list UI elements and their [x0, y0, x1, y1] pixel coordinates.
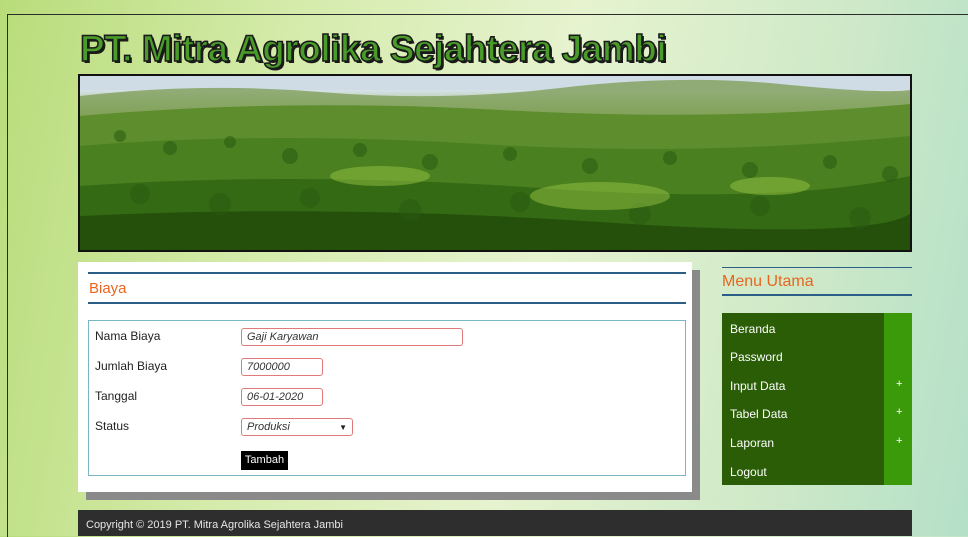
status-select-value: Produksi [247, 421, 290, 433]
footer: Copyright © 2019 PT. Mitra Agrolika Seja… [78, 510, 912, 536]
expand-plus-icon[interactable]: + [896, 435, 902, 447]
menu-header: Menu Utama [722, 267, 912, 296]
sidebar-item-label: Password [730, 350, 783, 364]
nama-biaya-label: Nama Biaya [95, 329, 161, 343]
sidebar-item-password[interactable]: Password [722, 342, 912, 370]
content-panel: Biaya Nama Biaya Gaji Karyawan Jumlah Bi… [78, 262, 692, 492]
section-header: Biaya [88, 272, 686, 304]
status-label: Status [95, 419, 130, 433]
biaya-form: Nama Biaya Gaji Karyawan Jumlah Biaya 70… [88, 320, 686, 476]
sidebar-item-label: Logout [730, 465, 767, 479]
sidebar-item-laporan[interactable]: Laporan + [722, 428, 912, 456]
jumlah-biaya-label: Jumlah Biaya [95, 359, 168, 373]
status-select[interactable]: Produksi ▼ [241, 418, 353, 436]
tanggal-label: Tanggal [95, 389, 138, 403]
banner-image [78, 74, 912, 252]
nama-biaya-input[interactable]: Gaji Karyawan [241, 328, 463, 346]
sidebar-item-label: Input Data [730, 379, 786, 393]
expand-plus-icon[interactable]: + [896, 406, 902, 418]
footer-copyright: Copyright © 2019 PT. Mitra Agrolika Seja… [86, 519, 343, 531]
tanggal-input[interactable]: 06-01-2020 [241, 388, 323, 406]
sidebar-item-logout[interactable]: Logout [722, 457, 912, 485]
section-title: Biaya [89, 280, 127, 297]
sidebar-item-beranda[interactable]: Beranda [722, 314, 912, 342]
sidebar-item-label: Tabel Data [730, 407, 788, 421]
chevron-down-icon: ▼ [339, 423, 347, 432]
site-title: PT. Mitra Agrolika Sejahtera Jambi [79, 27, 667, 70]
jumlah-biaya-input[interactable]: 7000000 [241, 358, 323, 376]
sidebar-item-input-data[interactable]: Input Data + [722, 371, 912, 399]
expand-plus-icon[interactable]: + [896, 378, 902, 390]
sidebar-item-tabel-data[interactable]: Tabel Data + [722, 399, 912, 427]
sidebar-item-label: Laporan [730, 436, 775, 450]
sidebar-item-label: Beranda [730, 322, 776, 336]
menu-title: Menu Utama [722, 273, 814, 290]
tambah-button[interactable]: Tambah [241, 451, 288, 470]
sidebar-menu: Beranda Password Input Data + Tabel Data… [722, 313, 912, 485]
